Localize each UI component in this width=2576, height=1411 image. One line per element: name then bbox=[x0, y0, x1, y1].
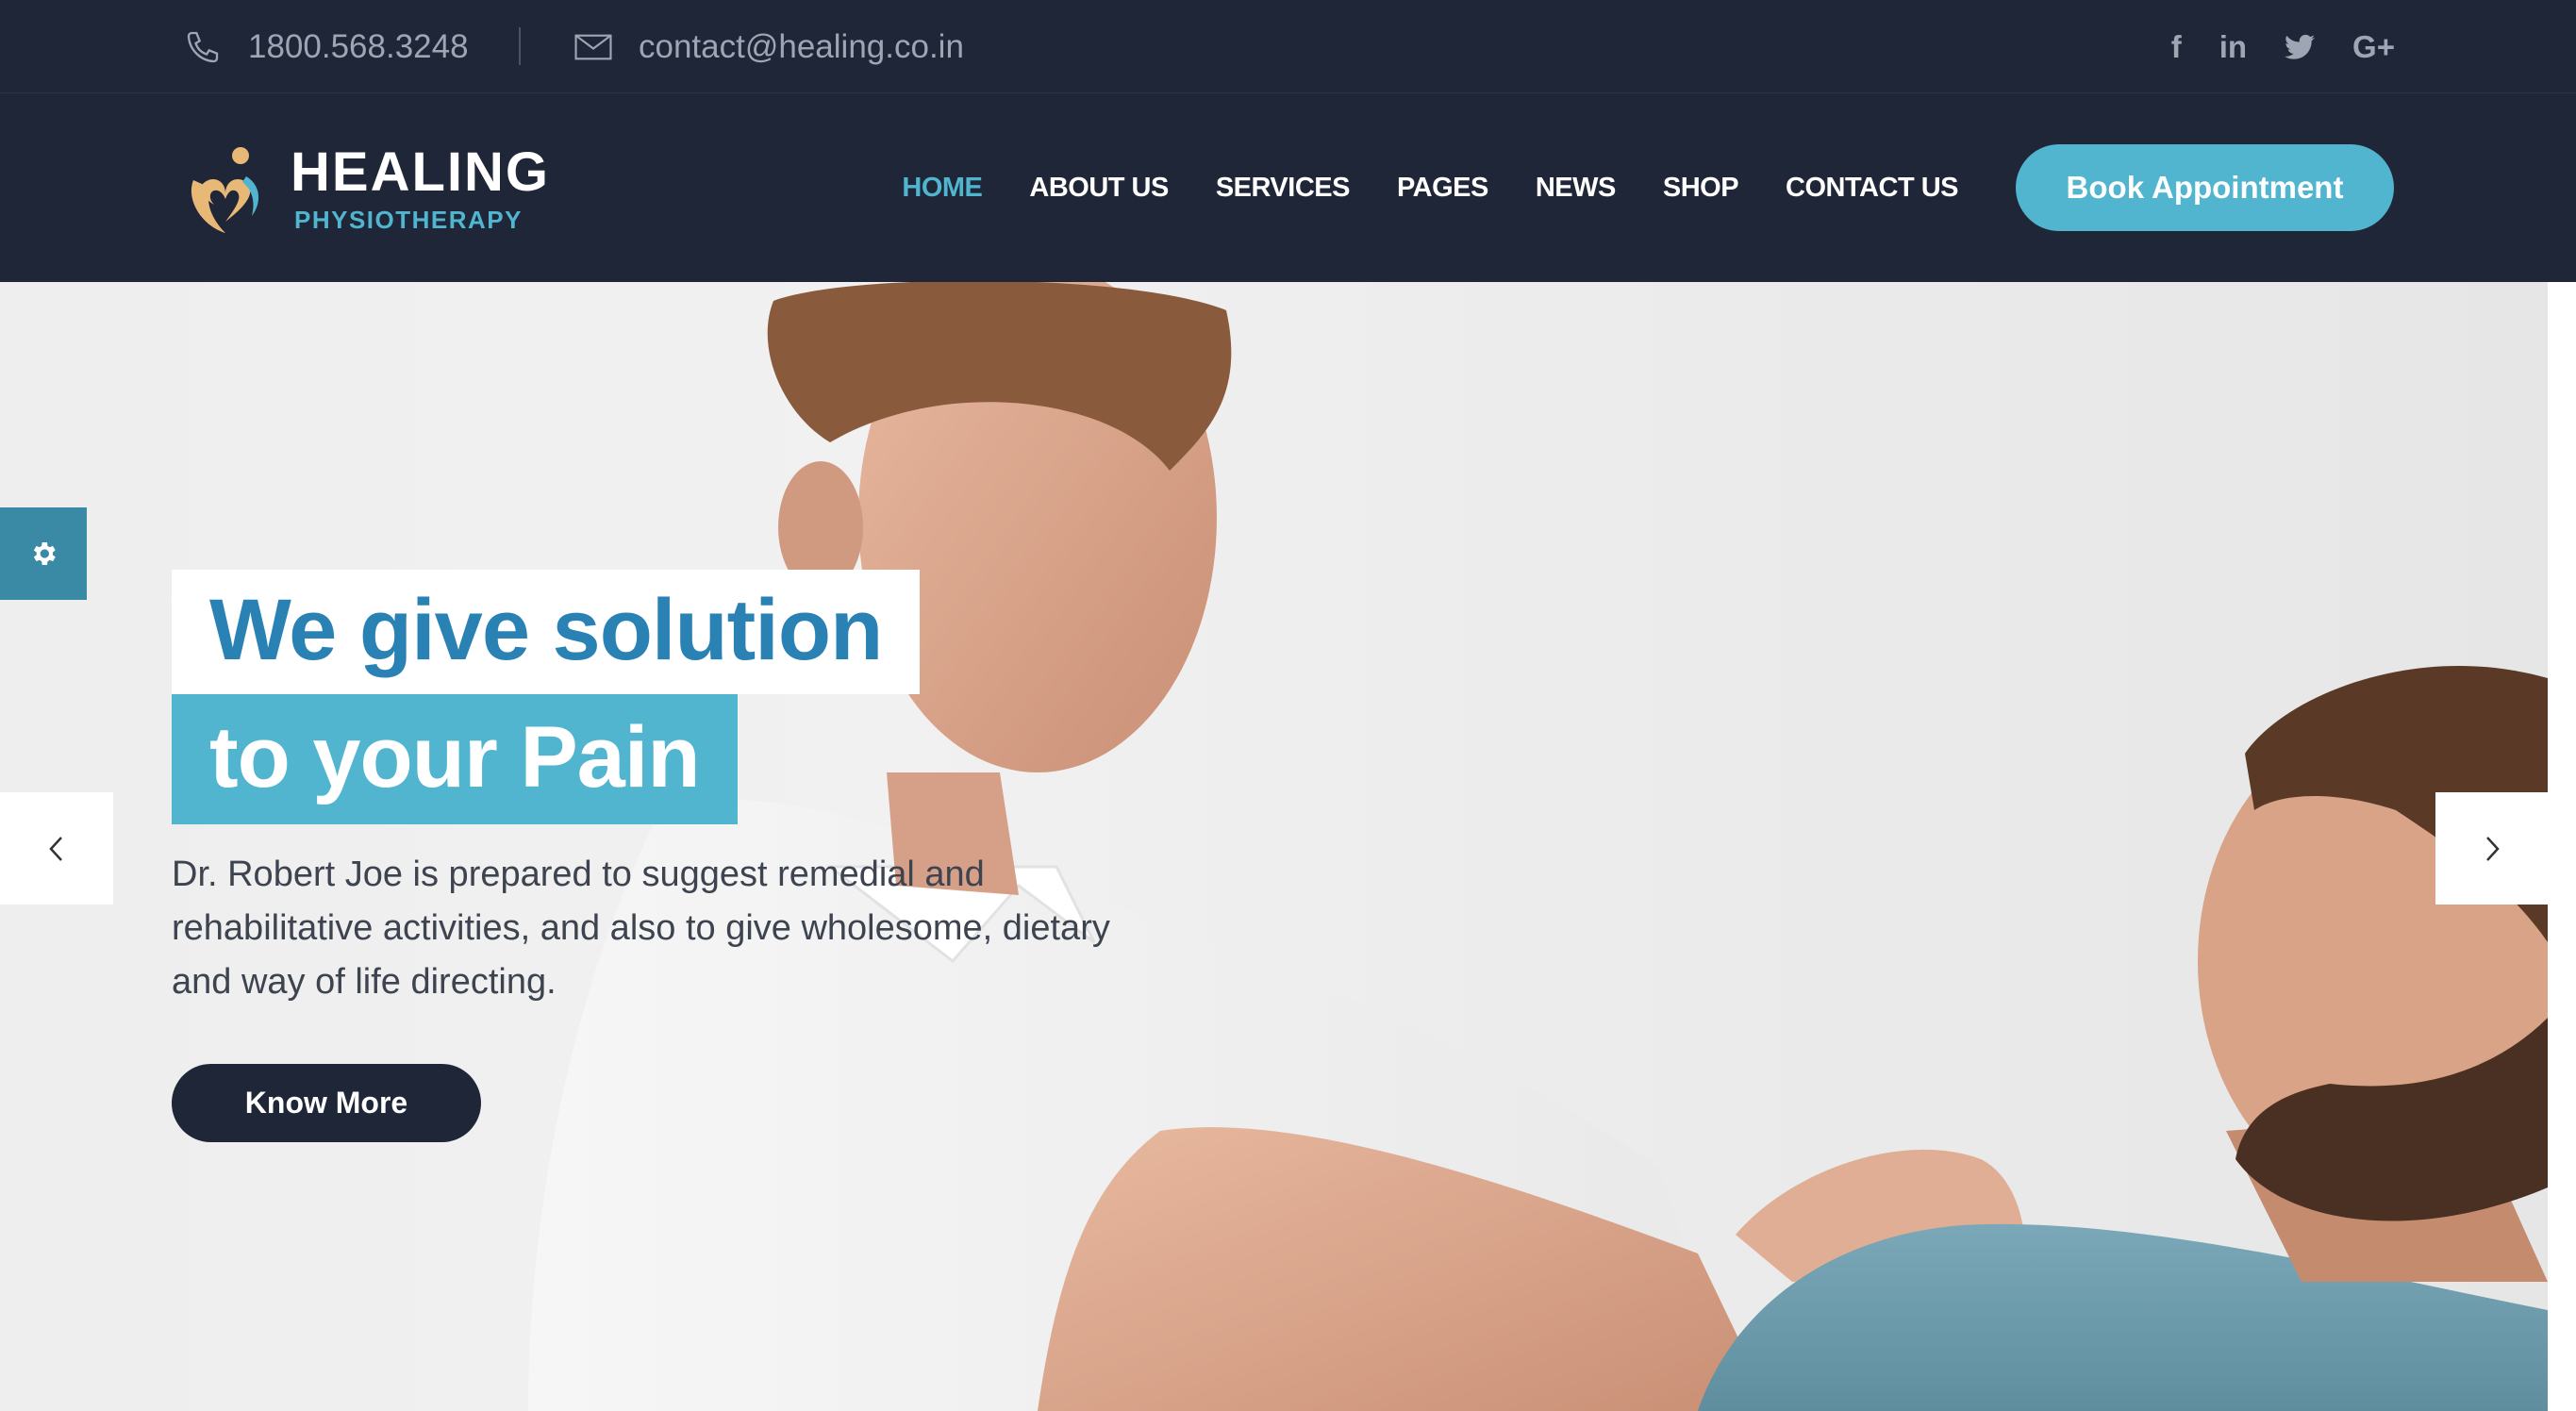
phone-number: 1800.568.3248 bbox=[248, 27, 469, 65]
twitter-icon[interactable] bbox=[2285, 34, 2316, 60]
top-bar: 1800.568.3248 contact@healing.co.in f in… bbox=[0, 0, 2576, 93]
email-address: contact@healing.co.in bbox=[639, 27, 964, 65]
facebook-icon[interactable]: f bbox=[2171, 29, 2182, 65]
nav-about-us[interactable]: ABOUT US bbox=[1029, 173, 1169, 204]
hero-photo bbox=[528, 282, 2576, 1411]
logo-subtitle: PHYSIOTHERAPY bbox=[294, 205, 523, 234]
book-appointment-button[interactable]: Book Appointment bbox=[2016, 144, 2394, 231]
main-nav: HOME ABOUT US SERVICES PAGES NEWS SHOP C… bbox=[902, 93, 1958, 282]
phone-contact[interactable]: 1800.568.3248 bbox=[184, 0, 469, 93]
topbar-divider bbox=[519, 27, 521, 65]
gear-icon bbox=[33, 542, 56, 565]
mail-icon bbox=[574, 34, 612, 59]
nav-news[interactable]: NEWS bbox=[1536, 173, 1617, 204]
nav-pages[interactable]: PAGES bbox=[1397, 173, 1488, 204]
know-more-button[interactable]: Know More bbox=[172, 1064, 481, 1142]
headline-line-2: to your Pain bbox=[172, 694, 738, 824]
slider-next-button[interactable] bbox=[2435, 792, 2549, 905]
slider-prev-button[interactable] bbox=[0, 792, 113, 905]
chevron-left-icon bbox=[49, 836, 62, 861]
nav-shop[interactable]: SHOP bbox=[1663, 173, 1739, 204]
headline-line-1: We give solution bbox=[172, 570, 921, 694]
nav-contact-us[interactable]: CONTACT US bbox=[1786, 173, 1958, 204]
hero-headline: We give solution to your Pain bbox=[172, 570, 921, 824]
hero-description: Dr. Robert Joe is prepared to suggest re… bbox=[172, 855, 1110, 1002]
chevron-right-icon bbox=[2486, 836, 2500, 861]
phone-icon bbox=[187, 31, 219, 62]
email-contact[interactable]: contact@healing.co.in bbox=[574, 0, 964, 93]
main-header: HEALING PHYSIOTHERAPY HOME ABOUT US SERV… bbox=[0, 93, 2576, 282]
social-links: f in G+ bbox=[2171, 0, 2395, 93]
scrollbar-track[interactable] bbox=[2548, 282, 2576, 1411]
nav-services[interactable]: SERVICES bbox=[1216, 173, 1351, 204]
logo-mark-icon bbox=[191, 147, 259, 233]
site-logo[interactable]: HEALING PHYSIOTHERAPY bbox=[184, 142, 550, 237]
hero-slider: We give solution to your Pain Dr. Robert… bbox=[0, 282, 2576, 1411]
nav-home[interactable]: HOME bbox=[902, 173, 983, 204]
settings-toggle[interactable] bbox=[0, 507, 87, 600]
google-plus-icon[interactable]: G+ bbox=[2352, 29, 2395, 65]
linkedin-icon[interactable]: in bbox=[2219, 29, 2247, 65]
logo-title: HEALING bbox=[291, 141, 550, 203]
